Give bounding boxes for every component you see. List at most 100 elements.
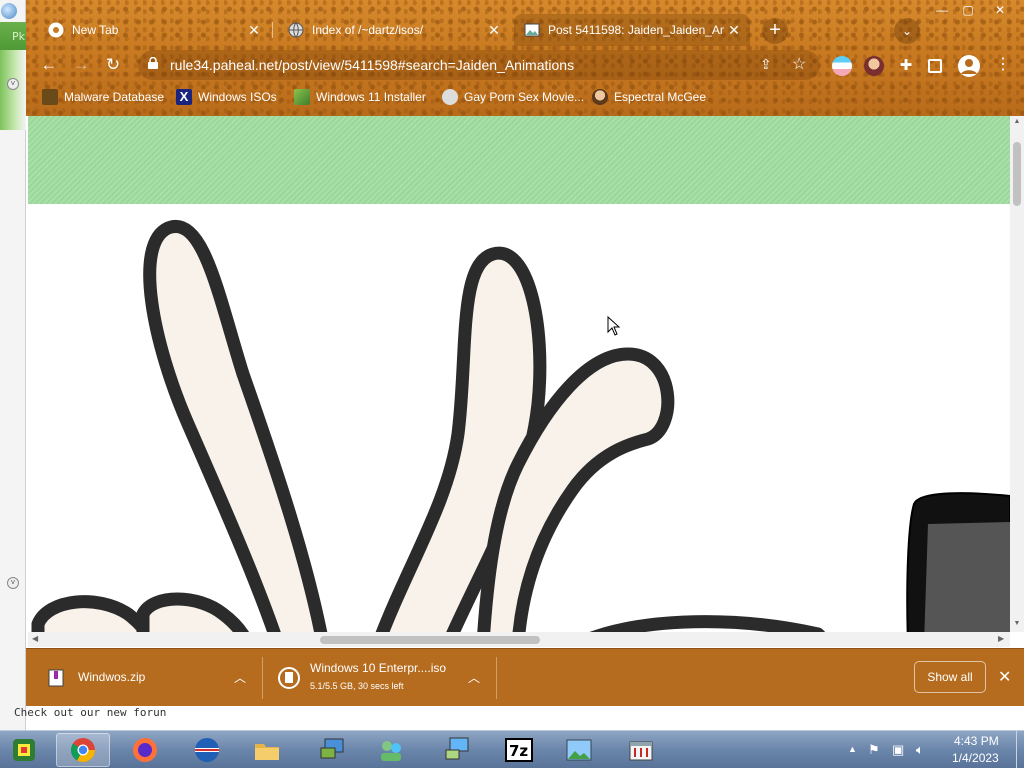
horizontal-scrollbar[interactable]: ◀ ▶: [28, 632, 1010, 647]
background-header-text: Pk: [12, 30, 26, 43]
close-icon[interactable]: ✕: [486, 22, 502, 38]
background-window-strip: Pk ˅ ˅: [0, 0, 26, 730]
tab-post[interactable]: Post 5411598: Jaiden_Jaiden_An ✕: [514, 14, 750, 46]
bookmark-label: Espectral McGee: [614, 90, 707, 104]
taskbar-file-explorer[interactable]: [240, 733, 294, 767]
taskbar-people-network[interactable]: [364, 733, 418, 767]
lock-icon[interactable]: [148, 57, 158, 69]
tray-expand-icon[interactable]: ▲: [848, 744, 857, 754]
installer-icon: [294, 89, 310, 105]
tab-isos-index[interactable]: Index of /~dartz/isos/ ✕: [278, 14, 510, 46]
forward-button[interactable]: →: [68, 52, 94, 78]
download-item[interactable]: Windows 10 Enterpr....iso 5.1/5.5 GB, 30…: [264, 649, 494, 707]
share-icon[interactable]: ⇪: [760, 56, 772, 73]
minimize-button[interactable]: —: [930, 2, 954, 18]
taskbar-app-manager[interactable]: [614, 733, 668, 767]
image-icon: [524, 22, 540, 38]
taskbar-photo-viewer[interactable]: [552, 733, 606, 767]
background-scroll-down-icon[interactable]: ˅: [7, 577, 19, 589]
reload-button[interactable]: ↻: [100, 52, 126, 78]
forum-notice-text[interactable]: Check out our new forun: [14, 706, 166, 719]
background-app-icon[interactable]: [1, 3, 17, 19]
network-icon[interactable]: ▣: [892, 742, 904, 758]
maximize-button[interactable]: ▢: [956, 2, 980, 18]
bookmark-star-icon[interactable]: ☆: [792, 54, 806, 74]
scroll-up-icon[interactable]: ▲: [1012, 118, 1022, 125]
clock-date[interactable]: 1/4/2023: [952, 751, 999, 765]
zip-file-icon: [48, 669, 64, 687]
bookmark-windows-11-installer[interactable]: Windows 11 Installer: [294, 88, 426, 106]
download-divider: [262, 657, 263, 699]
volume-icon[interactable]: 🔈︎: [916, 742, 924, 758]
scroll-right-icon[interactable]: ▶: [998, 634, 1004, 643]
show-desktop-button[interactable]: [1016, 730, 1024, 768]
url-text[interactable]: rule34.paheal.net/post/view/5411598#sear…: [170, 57, 574, 73]
tab-new-tab[interactable]: New Tab ✕: [38, 14, 270, 46]
bookmark-malware-database[interactable]: Malware Database: [42, 88, 164, 106]
more-menu-icon[interactable]: ⋮: [990, 52, 1016, 78]
page-header-banner: [28, 116, 1010, 204]
show-all-button[interactable]: Show all: [914, 661, 986, 693]
bookmark-windows-isos[interactable]: X Windows ISOs: [176, 88, 277, 106]
background-scroll-up-icon[interactable]: ˅: [7, 78, 19, 90]
svg-text:7z: 7z: [509, 742, 528, 760]
profile-extension-icon[interactable]: [864, 56, 884, 76]
malware-icon: [42, 89, 58, 105]
people-icon: [381, 741, 401, 761]
tab-divider: [272, 22, 273, 38]
action-center-flag-icon[interactable]: ⚑: [868, 742, 880, 758]
download-item[interactable]: Windwos.zip ︿: [26, 649, 260, 707]
taskbar-network-computer[interactable]: [430, 733, 484, 767]
bookmark-espectral-mcgee[interactable]: Espectral McGee: [592, 88, 706, 106]
bookmark-label: Malware Database: [64, 90, 165, 104]
pride-flag-extension-icon[interactable]: [832, 56, 852, 76]
background-decoration: [0, 50, 26, 130]
profile-avatar-icon[interactable]: [958, 55, 980, 77]
bookmark-label: Windows 11 Installer: [316, 90, 426, 104]
globe-icon: [288, 22, 304, 38]
back-button[interactable]: ←: [36, 52, 62, 78]
network-computer-icon: [445, 737, 469, 760]
clock-time[interactable]: 4:43 PM: [954, 734, 999, 748]
vertical-scroll-thumb[interactable]: [1013, 142, 1021, 206]
avatar-icon: [592, 89, 608, 105]
app-manager-icon: [629, 741, 653, 761]
window-close-button[interactable]: ✕: [988, 2, 1012, 18]
photo-viewer-icon: [566, 739, 592, 761]
new-tab-button[interactable]: +: [762, 18, 788, 44]
x-icon: X: [176, 89, 192, 105]
tab-label: New Tab: [72, 23, 119, 37]
taskbar-firefox[interactable]: [118, 733, 172, 767]
close-icon[interactable]: ✕: [998, 667, 1011, 687]
taskbar-remote-desktop[interactable]: [306, 733, 360, 767]
scroll-left-icon[interactable]: ◀: [32, 634, 38, 643]
start-button[interactable]: [0, 733, 50, 767]
extensions-puzzle-icon[interactable]: ✚: [896, 56, 916, 76]
taskbar-opera[interactable]: [180, 733, 234, 767]
opera-icon: [195, 738, 219, 762]
vertical-scrollbar[interactable]: ▲ ▼: [1010, 116, 1024, 632]
page-viewport[interactable]: [28, 116, 1010, 632]
tab-search-button[interactable]: ⌄: [894, 18, 920, 44]
horizontal-scroll-thumb[interactable]: [320, 636, 540, 644]
folder-icon: [255, 744, 279, 760]
address-bar[interactable]: rule34.paheal.net/post/view/5411598#sear…: [138, 50, 820, 80]
taskbar-chrome[interactable]: [56, 733, 110, 767]
close-icon[interactable]: ✕: [726, 22, 742, 38]
close-icon[interactable]: ✕: [246, 22, 262, 38]
post-image: [31, 219, 1010, 632]
scroll-down-icon[interactable]: ▼: [1012, 620, 1022, 627]
bookmark-site[interactable]: Gay Porn Sex Movie...: [442, 88, 584, 106]
firefox-icon: [133, 738, 157, 762]
start-icon: [13, 739, 35, 761]
chrome-icon: [71, 738, 95, 763]
bookmark-label: Gay Porn Sex Movie...: [464, 90, 585, 104]
download-filename: Windwos.zip: [78, 670, 146, 684]
chevron-up-icon[interactable]: ︿: [468, 669, 480, 686]
taskbar-7zip[interactable]: 7z: [492, 733, 546, 767]
browser-window: — ▢ ✕ New Tab ✕ Index of /~dartz/isos/ ✕…: [26, 0, 1024, 706]
chrome-icon: [48, 22, 64, 38]
side-panel-icon[interactable]: [928, 59, 942, 73]
chevron-up-icon[interactable]: ︿: [234, 669, 246, 686]
site-icon: [442, 89, 458, 105]
